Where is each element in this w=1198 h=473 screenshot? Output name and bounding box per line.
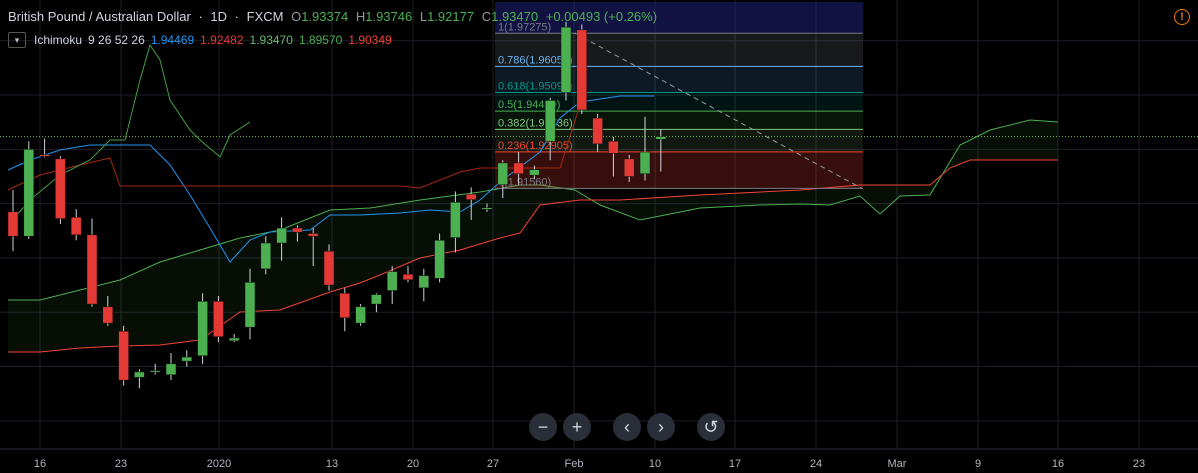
lagging-line <box>7 43 251 226</box>
candle-body <box>560 26 572 93</box>
candle-body <box>197 301 208 356</box>
alert-icon[interactable]: ! <box>1174 9 1190 25</box>
chevron-down-icon[interactable]: ▾ <box>8 32 26 48</box>
candle-body <box>276 227 287 244</box>
fibonacci-retracement: 0(1.91560)0.236(1.92905)0.382(1.93736)0.… <box>495 2 863 189</box>
price-chart[interactable]: 0(1.91560)0.236(1.92905)0.382(1.93736)0.… <box>0 0 1198 473</box>
candle-body <box>576 29 588 111</box>
x-tick-label: 23 <box>1133 458 1145 470</box>
x-tick-label: Mar <box>888 458 907 470</box>
high-value: 1.93746 <box>365 9 413 24</box>
candle-body <box>23 149 35 237</box>
candle-body <box>118 330 129 381</box>
symbol-header: British Pound / Australian Dollar · 1D ·… <box>8 9 661 24</box>
candle-body <box>7 211 19 237</box>
close-key: C <box>481 9 492 24</box>
candle-body <box>260 242 272 270</box>
candle-body <box>529 169 540 176</box>
fib-level-label: 0.236(1.92905) <box>498 140 573 152</box>
candle-body <box>402 273 414 280</box>
x-tick-label: 2020 <box>207 458 231 470</box>
zoom-out-icon[interactable]: − <box>529 413 557 441</box>
candle-body <box>418 275 430 289</box>
candle-body <box>134 371 145 378</box>
time-axis: 16 23 2020 13 20 27 Feb 10 17 24 Mar 9 16 23 <box>0 448 1198 470</box>
indicator-params: 9 26 52 26 <box>88 33 145 47</box>
candle-body <box>102 306 114 324</box>
candle-body <box>434 240 445 279</box>
candle-body <box>228 337 240 342</box>
x-tick-label: 23 <box>115 458 127 470</box>
indicator-name[interactable]: Ichimoku <box>34 33 82 47</box>
scroll-right-icon[interactable]: › <box>647 413 675 441</box>
low-value: 1.92177 <box>427 9 475 24</box>
open-key: O <box>291 9 302 24</box>
candle-body <box>39 154 50 157</box>
open-value: 1.93374 <box>301 9 349 24</box>
zoom-in-icon[interactable]: + <box>563 413 591 441</box>
candle-body <box>544 100 556 142</box>
candle-body <box>181 356 193 362</box>
candle-body <box>497 162 509 185</box>
reset-icon[interactable]: ↺ <box>697 413 725 441</box>
x-tick-label: 24 <box>810 458 822 470</box>
candle-body <box>608 140 619 154</box>
candle-body <box>149 370 161 373</box>
x-tick-label: 16 <box>34 458 46 470</box>
x-tick-label: 20 <box>407 458 419 470</box>
indicator-legend: ▾ Ichimoku 9 26 52 26 1.94469 1.92482 1.… <box>8 32 398 48</box>
candle-body <box>339 292 351 318</box>
candle-body <box>86 234 98 305</box>
base-line <box>7 104 581 191</box>
candle-body <box>244 282 256 328</box>
candle-body <box>623 158 635 177</box>
x-tick-label: 10 <box>649 458 661 470</box>
conversion-value: 1.94469 <box>150 33 195 47</box>
x-tick-label: 9 <box>975 458 981 470</box>
span-b-value: 1.90349 <box>348 33 392 47</box>
candle-body <box>165 363 177 375</box>
span-a-value: 1.89570 <box>298 33 343 47</box>
change-value: +0.00493 (+0.26%) <box>545 9 658 24</box>
candle-body <box>70 216 82 236</box>
scroll-left-icon[interactable]: ‹ <box>613 413 641 441</box>
candle-body <box>639 151 651 175</box>
source-label: FXCM <box>246 9 284 24</box>
high-key: H <box>355 9 366 24</box>
close-value: 1.93470 <box>491 9 539 24</box>
x-tick-label: Feb <box>565 458 584 470</box>
interval-label[interactable]: 1D <box>210 9 227 24</box>
candle-body <box>386 271 398 291</box>
fib-level-label: 0.382(1.93736) <box>498 117 573 129</box>
candle-body <box>450 202 461 238</box>
candle-body <box>513 162 524 175</box>
separator: · <box>234 9 239 24</box>
lagging-value: 1.93470 <box>249 33 293 47</box>
candle-body <box>655 136 667 140</box>
x-tick-label: 13 <box>326 458 338 470</box>
candle-body <box>592 117 603 145</box>
candle-body <box>355 306 366 324</box>
candle-body <box>292 227 303 233</box>
candle-body <box>307 233 319 237</box>
x-tick-label: 17 <box>729 458 741 470</box>
nav-controls: − + ‹ › ↺ <box>529 413 725 441</box>
low-key: L <box>419 9 428 24</box>
candle-body <box>323 250 335 286</box>
candle-body <box>213 301 224 337</box>
base-value: 1.92482 <box>200 33 244 47</box>
separator: · <box>198 9 203 24</box>
symbol-name[interactable]: British Pound / Australian Dollar <box>8 9 191 24</box>
candle-body <box>465 193 477 200</box>
x-tick-label: 27 <box>487 458 499 470</box>
candle-body <box>55 158 66 219</box>
x-tick-label: 16 <box>1052 458 1064 470</box>
candle-body <box>371 294 382 305</box>
candle-body <box>481 207 493 210</box>
